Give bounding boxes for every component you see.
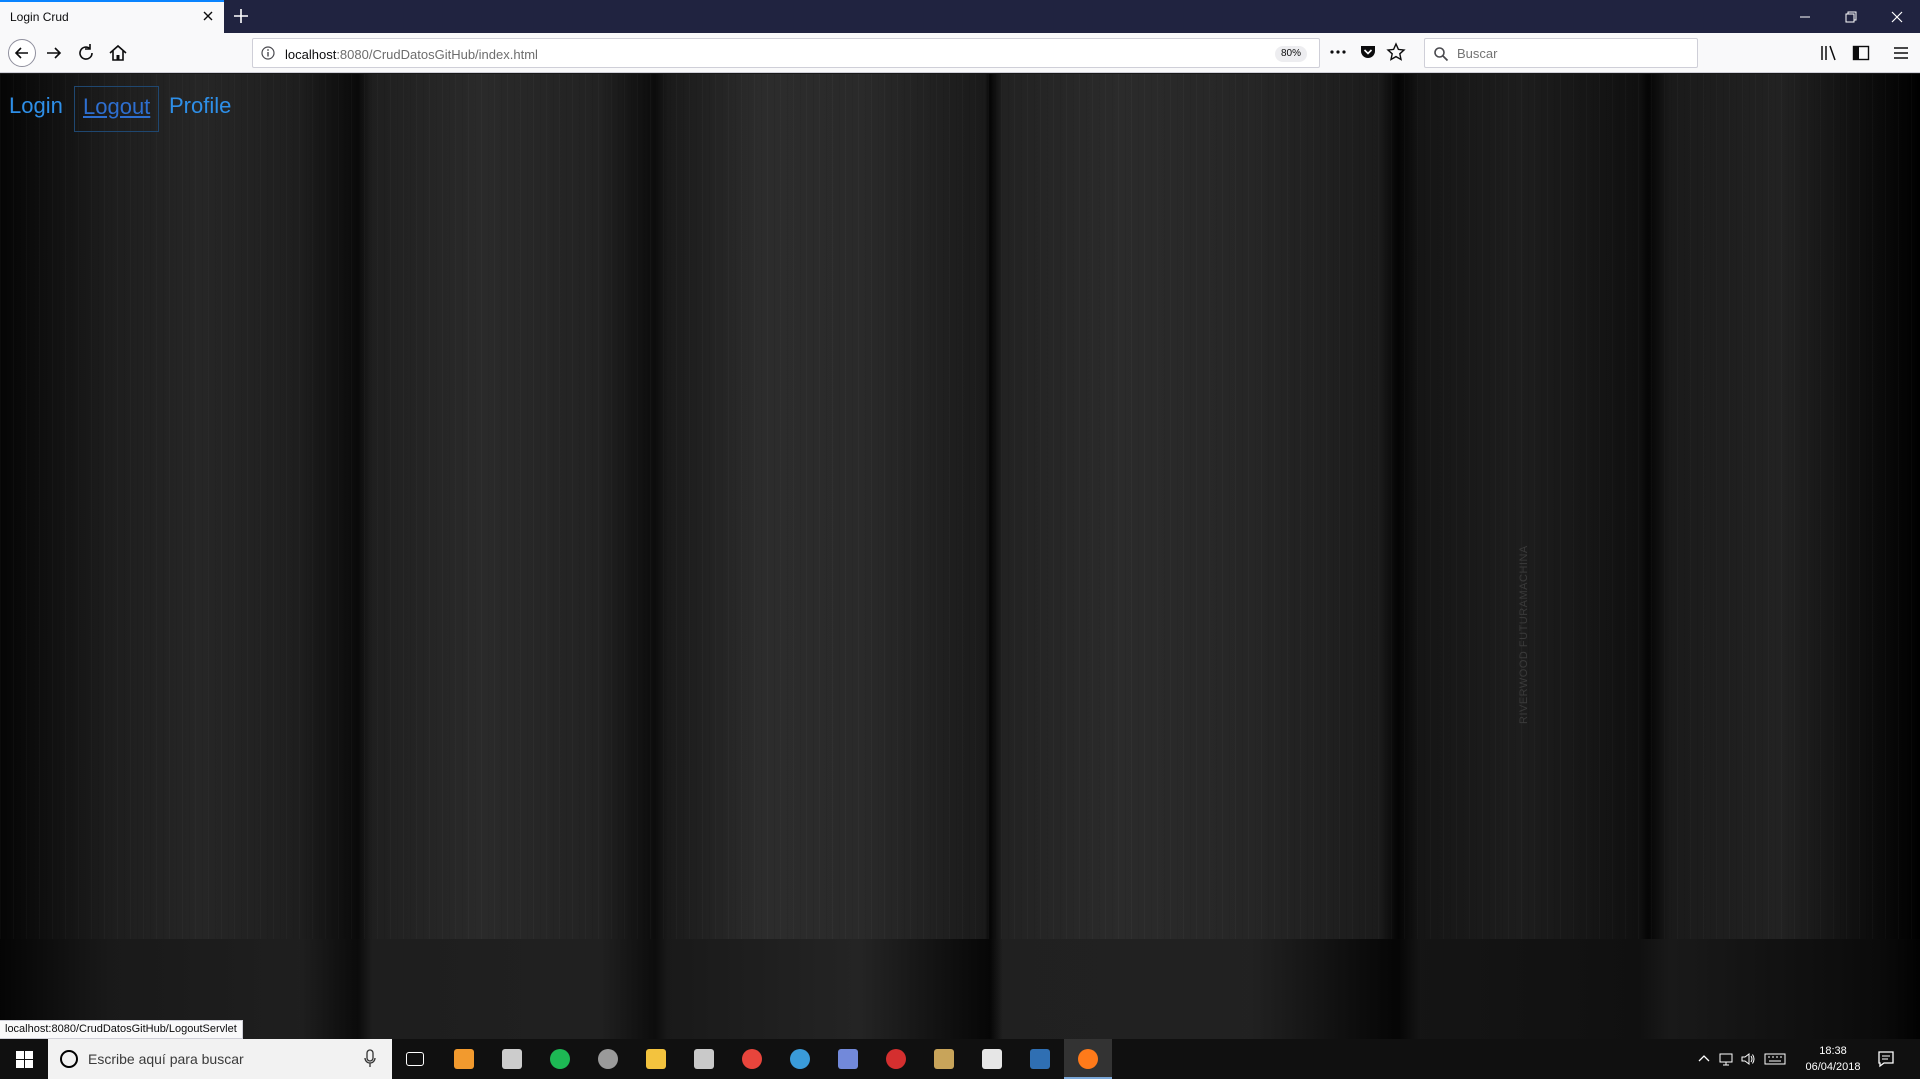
nav-link-profile[interactable]: Profile <box>161 86 239 132</box>
tab-title: Login Crud <box>10 10 69 24</box>
site-info-icon[interactable] <box>261 46 275 60</box>
obs-icon <box>598 1049 618 1069</box>
forward-button[interactable] <box>42 41 66 65</box>
minimize-window-button[interactable] <box>1782 0 1828 33</box>
url-path: :8080/CrudDatosGitHub/index.html <box>336 47 538 62</box>
nav-link-logout[interactable]: Logout <box>74 86 160 132</box>
page-viewport: RIVERWOOD FUTURAMACHINA Login Logout Pro… <box>0 74 1920 1039</box>
league-of-legends-icon <box>934 1049 954 1069</box>
start-button[interactable] <box>0 1039 48 1079</box>
taskbar-search-placeholder: Escribe aquí para buscar <box>88 1051 244 1067</box>
task-view-icon <box>406 1052 424 1066</box>
ccleaner-taskbar-button[interactable] <box>776 1039 824 1079</box>
search-icon <box>1434 47 1449 62</box>
windows-logo-icon <box>16 1051 33 1068</box>
home-icon <box>109 44 127 61</box>
home-button[interactable] <box>106 41 130 65</box>
sublime-text-icon <box>454 1049 474 1069</box>
back-button[interactable] <box>8 39 36 67</box>
epic-games-icon <box>982 1049 1002 1069</box>
url-host: localhost <box>285 47 337 62</box>
virtualbox-icon <box>1030 1049 1050 1069</box>
page-actions <box>1328 41 1428 65</box>
microphone-icon[interactable] <box>364 1049 376 1069</box>
hamburger-menu-icon[interactable] <box>1892 44 1910 62</box>
system-tray <box>1694 1039 1794 1079</box>
search-input[interactable] <box>1457 44 1687 62</box>
discord-taskbar-button[interactable] <box>824 1039 872 1079</box>
file-explorer-taskbar-button[interactable] <box>632 1039 680 1079</box>
clock-time: 18:38 <box>1819 1045 1847 1057</box>
league-of-legends-taskbar-button[interactable] <box>920 1039 968 1079</box>
firefox-icon <box>1078 1049 1098 1069</box>
close-window-button[interactable] <box>1874 0 1920 33</box>
restore-window-button[interactable] <box>1828 0 1874 33</box>
spotify-taskbar-button[interactable] <box>536 1039 584 1079</box>
background-watermark: RIVERWOOD FUTURAMACHINA <box>1518 545 1530 724</box>
printer-taskbar-button[interactable] <box>680 1039 728 1079</box>
chrome-taskbar-button[interactable] <box>728 1039 776 1079</box>
task-view-taskbar-button[interactable] <box>392 1039 440 1079</box>
library-icon[interactable] <box>1820 44 1838 62</box>
notifications-icon[interactable] <box>1876 1049 1896 1069</box>
printer-icon <box>694 1049 714 1069</box>
reload-button[interactable] <box>74 41 98 65</box>
volume-icon[interactable] <box>1740 1051 1756 1067</box>
tab-login-crud[interactable]: Login Crud <box>0 0 224 33</box>
obs-taskbar-button[interactable] <box>584 1039 632 1079</box>
file-explorer-icon <box>646 1049 666 1069</box>
back-arrow-icon <box>14 47 28 59</box>
new-tab-icon[interactable] <box>232 7 250 25</box>
taskbar-search-box[interactable]: Escribe aquí para buscar <box>48 1039 392 1079</box>
bookmark-star-icon[interactable] <box>1386 42 1406 62</box>
link-status-tooltip: localhost:8080/CrudDatosGitHub/LogoutSer… <box>0 1020 243 1039</box>
tab-strip: Login Crud <box>0 0 1920 33</box>
epic-games-taskbar-button[interactable] <box>968 1039 1016 1079</box>
chrome-icon <box>742 1049 762 1069</box>
cortana-icon <box>60 1050 78 1068</box>
clock-date: 06/04/2018 <box>1805 1061 1861 1073</box>
search-bar[interactable] <box>1424 38 1698 68</box>
sublime-text-taskbar-button[interactable] <box>440 1039 488 1079</box>
game-launcher-icon <box>886 1049 906 1069</box>
terminal-taskbar-button[interactable] <box>488 1039 536 1079</box>
firefox-taskbar-button[interactable] <box>1064 1039 1112 1079</box>
close-tab-icon[interactable] <box>200 8 216 24</box>
zoom-level-badge[interactable]: 80% <box>1275 46 1308 62</box>
ccleaner-icon <box>790 1049 810 1069</box>
more-actions-icon[interactable] <box>1329 43 1347 61</box>
address-bar[interactable]: localhost:8080/CrudDatosGitHub/index.htm… <box>252 38 1320 68</box>
show-hidden-icons-icon[interactable] <box>1698 1053 1710 1063</box>
keyboard-icon[interactable] <box>1764 1051 1786 1067</box>
pocket-icon[interactable] <box>1359 43 1377 61</box>
spotify-icon <box>550 1049 570 1069</box>
virtualbox-taskbar-button[interactable] <box>1016 1039 1064 1079</box>
taskbar-clock[interactable]: 18:38 06/04/2018 <box>1798 1043 1868 1075</box>
url-text[interactable]: localhost:8080/CrudDatosGitHub/index.htm… <box>285 47 538 62</box>
navigation-toolbar: localhost:8080/CrudDatosGitHub/index.htm… <box>0 33 1920 73</box>
wood-background-repeat <box>0 939 1920 1039</box>
discord-icon <box>838 1049 858 1069</box>
reload-icon <box>79 44 93 60</box>
network-icon[interactable] <box>1718 1051 1734 1067</box>
wood-background <box>0 74 1920 939</box>
nav-link-login[interactable]: Login <box>1 86 71 132</box>
sidebar-icon[interactable] <box>1852 44 1870 62</box>
taskbar: Escribe aquí para buscar 18:38 06/04/201… <box>0 1039 1920 1079</box>
terminal-icon <box>502 1049 522 1069</box>
game-launcher-taskbar-button[interactable] <box>872 1039 920 1079</box>
forward-arrow-icon <box>47 47 62 59</box>
